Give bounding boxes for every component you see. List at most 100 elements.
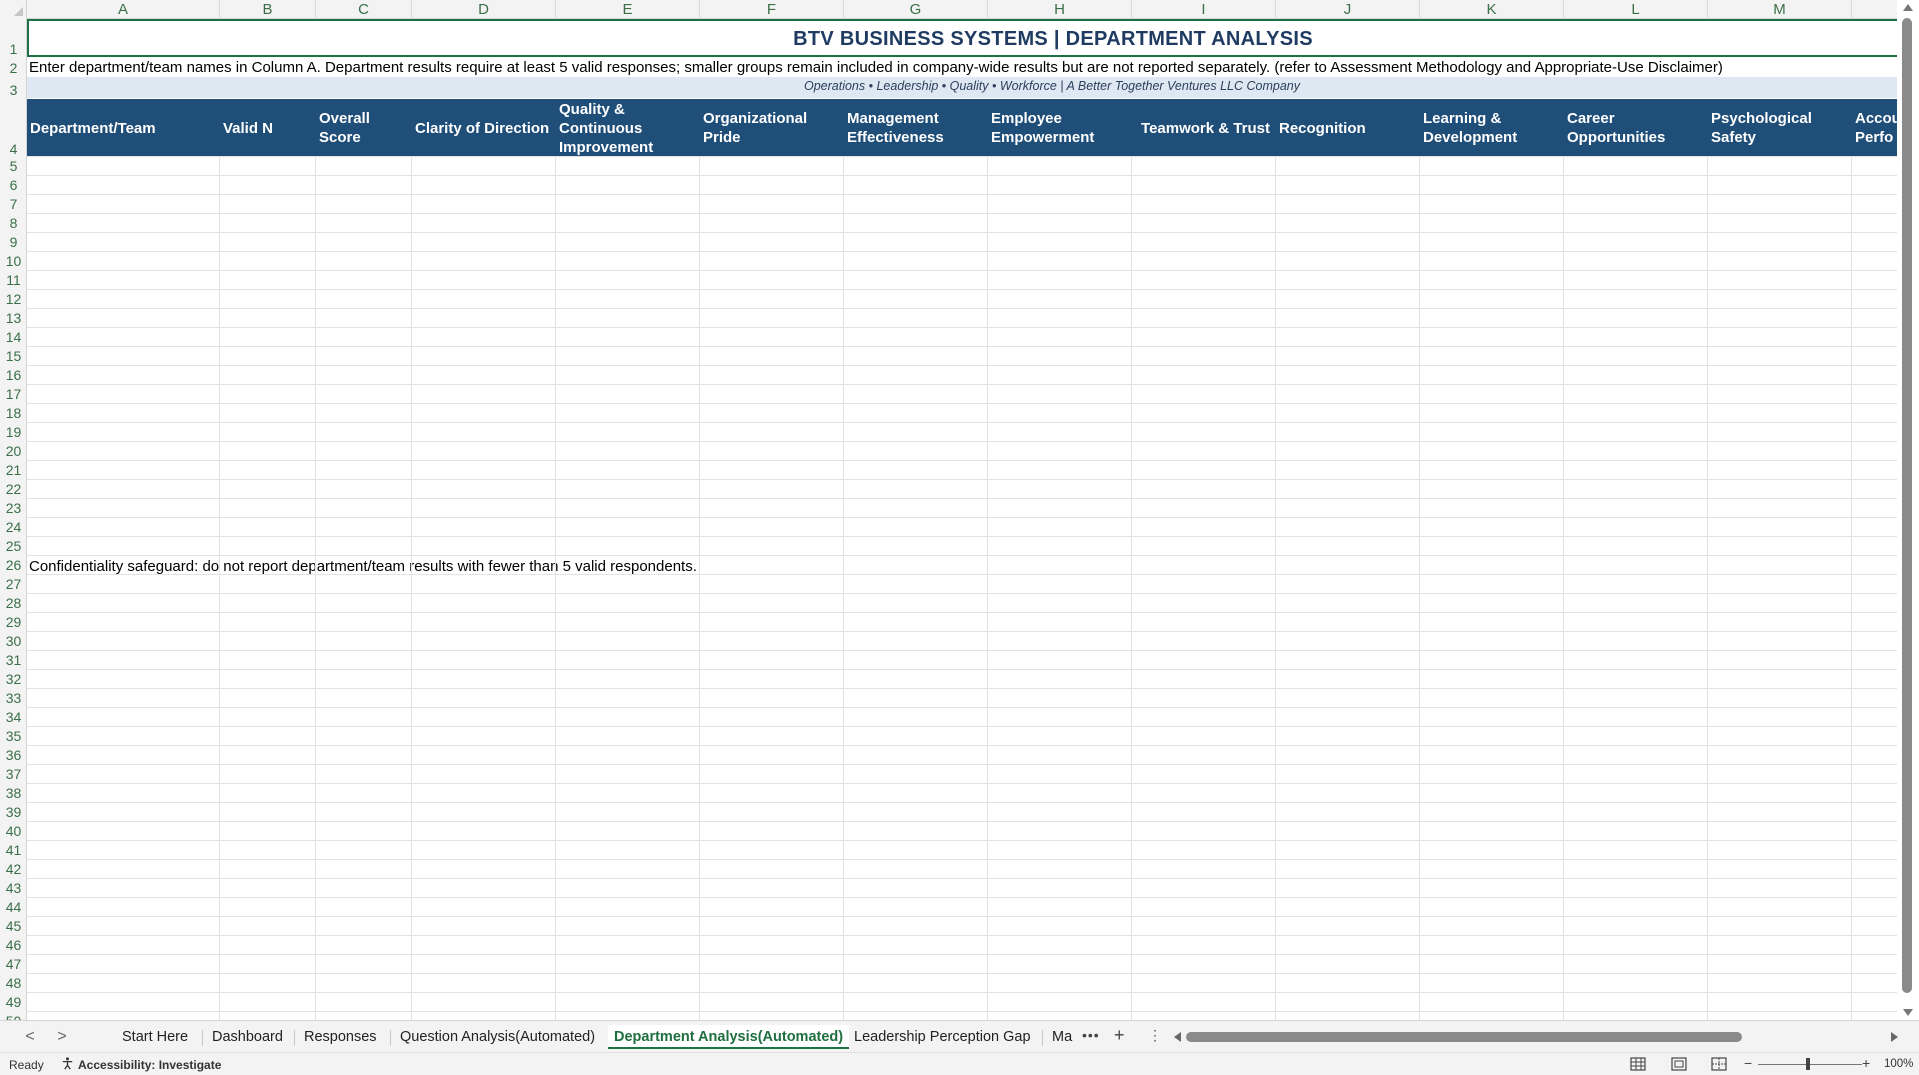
row-header-10[interactable]: 10 <box>0 252 27 271</box>
select-all-corner[interactable] <box>0 0 27 19</box>
row-header-14[interactable]: 14 <box>0 328 27 347</box>
sheet-tab-leadership-perception-gap[interactable]: Leadership Perception Gap <box>848 1025 1037 1049</box>
header-cell-e[interactable]: Quality & Continuous Improvement <box>556 99 700 157</box>
row-header-38[interactable]: 38 <box>0 784 27 803</box>
row-header-50[interactable]: 50 <box>0 1012 27 1020</box>
accessibility-icon[interactable] <box>60 1056 75 1071</box>
column-header-k[interactable]: K <box>1420 0 1564 19</box>
row-header-29[interactable]: 29 <box>0 613 27 632</box>
row-header-13[interactable]: 13 <box>0 309 27 328</box>
header-cell-j[interactable]: Recognition <box>1276 99 1420 157</box>
tab-options-icon[interactable]: ⋮ <box>1148 1027 1162 1044</box>
sheet-tab-ma[interactable]: Ma <box>1046 1025 1078 1049</box>
sheet-tab-start-here[interactable]: Start Here <box>116 1025 194 1049</box>
column-header-i[interactable]: I <box>1132 0 1276 19</box>
row-header-45[interactable]: 45 <box>0 917 27 936</box>
row-header-43[interactable]: 43 <box>0 879 27 898</box>
row-header-31[interactable]: 31 <box>0 651 27 670</box>
row-header-34[interactable]: 34 <box>0 708 27 727</box>
row-header-15[interactable]: 15 <box>0 347 27 366</box>
header-cell-c[interactable]: Overall Score <box>316 99 412 157</box>
row-header-1[interactable]: 1 <box>0 19 27 57</box>
row-header-33[interactable]: 33 <box>0 689 27 708</box>
header-cell-g[interactable]: Management Effectiveness <box>844 99 988 157</box>
row-header-24[interactable]: 24 <box>0 518 27 537</box>
zoom-in-button[interactable]: + <box>1862 1055 1870 1071</box>
row-header-46[interactable]: 46 <box>0 936 27 955</box>
header-cell-n[interactable]: Accou Perfo <box>1852 99 1897 157</box>
header-cell-h[interactable]: Employee Empowerment <box>988 99 1132 157</box>
row-header-28[interactable]: 28 <box>0 594 27 613</box>
column-header-b[interactable]: B <box>220 0 316 19</box>
header-cell-l[interactable]: Career Opportunities <box>1564 99 1708 157</box>
more-tabs-icon[interactable]: ••• <box>1082 1027 1100 1043</box>
instructions-cell[interactable]: Enter department/team names in Column A.… <box>29 58 1727 77</box>
row-header-49[interactable]: 49 <box>0 993 27 1012</box>
column-header-f[interactable]: F <box>700 0 844 19</box>
sheet-tab-department-analysis-automated[interactable]: Department Analysis(Automated) <box>608 1025 850 1049</box>
row-header-3[interactable]: 3 <box>0 76 27 98</box>
row-header-7[interactable]: 7 <box>0 195 27 214</box>
scroll-up-icon[interactable] <box>1903 4 1913 11</box>
sheet-tab-dashboard[interactable]: Dashboard <box>206 1025 289 1049</box>
row-header-21[interactable]: 21 <box>0 461 27 480</box>
scroll-right-icon[interactable] <box>1891 1032 1898 1042</box>
tagline-cell[interactable]: Operations • Leadership • Quality • Work… <box>27 77 1897 98</box>
row-header-19[interactable]: 19 <box>0 423 27 442</box>
row-header-25[interactable]: 25 <box>0 537 27 556</box>
row-header-32[interactable]: 32 <box>0 670 27 689</box>
row-header-41[interactable]: 41 <box>0 841 27 860</box>
column-header-h[interactable]: H <box>988 0 1132 19</box>
row-header-37[interactable]: 37 <box>0 765 27 784</box>
sheet-tab-question-analysis-automated[interactable]: Question Analysis(Automated) <box>394 1025 601 1049</box>
row-header-5[interactable]: 5 <box>0 157 27 176</box>
row-header-4[interactable]: 4 <box>0 98 27 157</box>
column-header-a[interactable]: A <box>27 0 220 19</box>
tab-next-icon[interactable]: > <box>52 1027 72 1047</box>
column-header-j[interactable]: J <box>1276 0 1420 19</box>
row-header-47[interactable]: 47 <box>0 955 27 974</box>
normal-view-icon[interactable] <box>1629 1056 1647 1072</box>
row-header-8[interactable]: 8 <box>0 214 27 233</box>
spreadsheet-grid[interactable]: ABCDEFGHIJKLM 1 2 3 4 5 6 7 8 9 10 11 12 13 14 15 16 17 1… <box>0 0 1897 1020</box>
column-header-d[interactable]: D <box>412 0 556 19</box>
row-header-35[interactable]: 35 <box>0 727 27 746</box>
zoom-out-button[interactable]: − <box>1744 1055 1752 1071</box>
header-cell-k[interactable]: Learning & Development <box>1420 99 1564 157</box>
zoom-slider-thumb[interactable] <box>1806 1058 1810 1070</box>
row-header-6[interactable]: 6 <box>0 176 27 195</box>
title-cell[interactable]: BTV BUSINESS SYSTEMS | DEPARTMENT ANALYS… <box>27 19 1897 57</box>
row-header-40[interactable]: 40 <box>0 822 27 841</box>
column-header-m[interactable]: M <box>1708 0 1852 19</box>
header-cell-d[interactable]: Clarity of Direction <box>412 99 556 157</box>
row-header-26[interactable]: 26 <box>0 556 27 575</box>
row-header-39[interactable]: 39 <box>0 803 27 822</box>
row-header-23[interactable]: 23 <box>0 499 27 518</box>
row-header-12[interactable]: 12 <box>0 290 27 309</box>
row-header-22[interactable]: 22 <box>0 480 27 499</box>
column-header-e[interactable]: E <box>556 0 700 19</box>
cell-area[interactable]: BTV BUSINESS SYSTEMS | DEPARTMENT ANALYS… <box>27 19 1897 1020</box>
header-cell-i[interactable]: Teamwork & Trust <box>1132 99 1276 157</box>
row-header-27[interactable]: 27 <box>0 575 27 594</box>
page-break-view-icon[interactable] <box>1710 1056 1728 1072</box>
row-header-44[interactable]: 44 <box>0 898 27 917</box>
vertical-scroll-thumb[interactable] <box>1902 18 1912 993</box>
zoom-level[interactable]: 100% <box>1884 1058 1913 1070</box>
scroll-down-icon[interactable] <box>1903 1009 1913 1016</box>
column-header-c[interactable]: C <box>316 0 412 19</box>
header-cell-a[interactable]: Department/Team <box>27 99 220 157</box>
add-sheet-button[interactable]: + <box>1114 1025 1125 1046</box>
accessibility-status[interactable]: Accessibility: Investigate <box>78 1058 221 1072</box>
scroll-left-icon[interactable] <box>1174 1032 1181 1042</box>
row-header-17[interactable]: 17 <box>0 385 27 404</box>
header-cell-m[interactable]: Psychological Safety <box>1708 99 1852 157</box>
row-header-11[interactable]: 11 <box>0 271 27 290</box>
header-cell-b[interactable]: Valid N <box>220 99 316 157</box>
row-header-2[interactable]: 2 <box>0 57 27 76</box>
row-header-16[interactable]: 16 <box>0 366 27 385</box>
tab-prev-icon[interactable]: < <box>20 1027 40 1047</box>
row-header-20[interactable]: 20 <box>0 442 27 461</box>
header-cell-f[interactable]: Organizational Pride <box>700 99 844 157</box>
column-header-l[interactable]: L <box>1564 0 1708 19</box>
